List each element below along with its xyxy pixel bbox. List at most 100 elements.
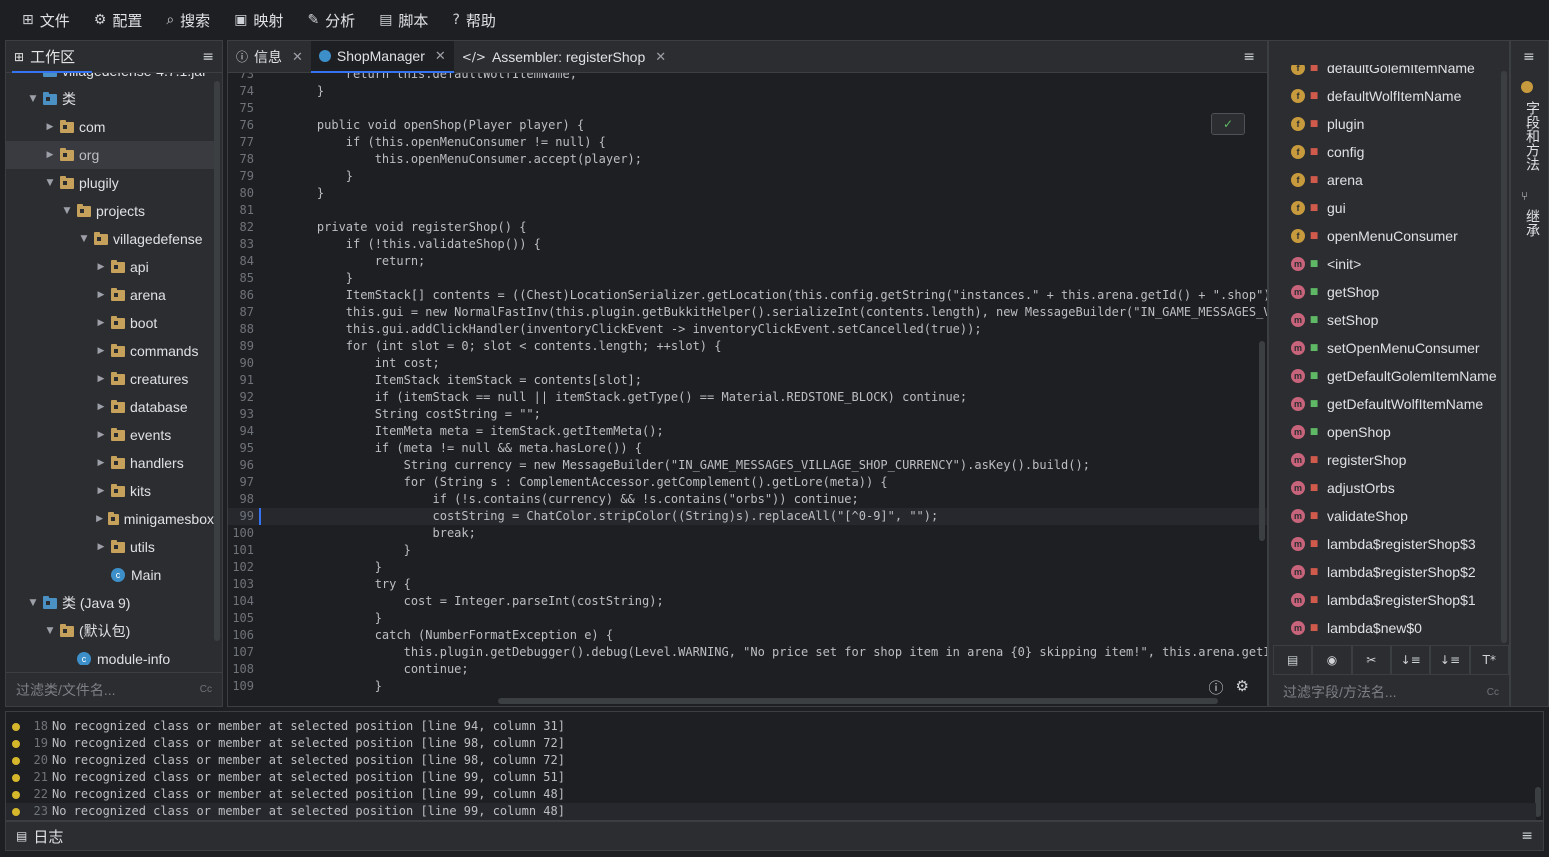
class-filter-input[interactable]: 过滤类/文件名... Cc (6, 672, 222, 706)
tree-item[interactable]: villagedefense-4.7.1.jar (6, 73, 214, 85)
tab-assembler[interactable]: </> Assembler: registerShop ✕ (454, 41, 674, 73)
close-icon[interactable]: ✕ (655, 49, 666, 65)
member-item[interactable]: f ■ config (1269, 138, 1505, 166)
menu-script[interactable]: ▤ 脚本 (367, 0, 440, 40)
tree-item[interactable]: ▶ minigamesbox (6, 505, 214, 533)
editor-vertical-scrollbar[interactable] (1259, 341, 1265, 541)
tree-item[interactable]: ▶ commands (6, 337, 214, 365)
tree-button[interactable]: ✂ (1351, 645, 1391, 675)
member-item[interactable]: f ■ arena (1269, 166, 1505, 194)
member-item[interactable]: f ■ defaultWolfItemName (1269, 82, 1505, 110)
chevron-down-icon[interactable]: ▼ (78, 234, 90, 244)
member-item[interactable]: f ■ defaultGolemItemName (1269, 65, 1505, 82)
member-item[interactable]: m ■ getDefaultWolfItemName (1269, 390, 1505, 418)
chevron-down-icon[interactable]: ▼ (44, 626, 56, 636)
chevron-right-icon[interactable]: ▶ (95, 290, 107, 300)
chevron-right-icon[interactable]: ▶ (44, 122, 56, 132)
tree-item[interactable]: ▶ arena (6, 281, 214, 309)
tree-item[interactable]: ▼ 类 (Java 9) (6, 589, 214, 617)
member-item[interactable]: m ■ setShop (1269, 306, 1505, 334)
log-row[interactable]: 22 No recognized class or member at selec… (6, 786, 1536, 803)
close-icon[interactable]: ✕ (292, 49, 303, 65)
tree-item[interactable]: ▼ villagedefense (6, 225, 214, 253)
editor-horizontal-scrollbar[interactable] (498, 698, 1218, 704)
member-item[interactable]: m ■ getDefaultGolemItemName (1269, 362, 1505, 390)
chevron-right-icon[interactable]: ▶ (95, 402, 107, 412)
info-icon[interactable]: ⓘ (1209, 677, 1224, 698)
member-item[interactable]: m ■ adjustOrbs (1269, 474, 1505, 502)
member-item[interactable]: m ■ openShop (1269, 418, 1505, 446)
sort-desc-button[interactable]: ↓≡ (1430, 645, 1470, 675)
tab-fields-methods[interactable]: 字段和方法 (1523, 101, 1543, 171)
member-item[interactable]: f ■ gui (1269, 194, 1505, 222)
tree-item[interactable]: ▶ database (6, 393, 214, 421)
member-item[interactable]: m ■ lambda$registerShop$3 (1269, 530, 1505, 558)
tree-item[interactable]: ▶ creatures (6, 365, 214, 393)
tree-item[interactable]: ▶ com (6, 113, 214, 141)
log-row[interactable]: 23 No recognized class or member at selec… (6, 803, 1536, 820)
tree-item[interactable]: ▶ org (6, 141, 214, 169)
chevron-down-icon[interactable]: ▼ (61, 206, 73, 216)
tree-item[interactable]: c Main (6, 561, 214, 589)
log-row[interactable]: 21 No recognized class or member at selec… (6, 769, 1536, 786)
tree-item[interactable]: ▼ projects (6, 197, 214, 225)
tree-item[interactable]: ▶ kits (6, 477, 214, 505)
copy-button[interactable]: ▤ (1273, 645, 1313, 675)
tab-inheritance[interactable]: 继承 (1523, 209, 1543, 237)
tree-item[interactable]: ▼ plugily (6, 169, 214, 197)
member-item[interactable]: m ■ registerShop (1269, 446, 1505, 474)
chevron-right-icon[interactable]: ▶ (95, 346, 107, 356)
member-item[interactable]: m ■ lambda$registerShop$1 (1269, 586, 1505, 614)
close-icon[interactable]: ✕ (435, 48, 446, 64)
tree-item[interactable]: ▼ (默认包) (6, 617, 214, 645)
member-item[interactable]: m ■ validateShop (1269, 502, 1505, 530)
chevron-down-icon[interactable]: ▼ (27, 94, 39, 104)
tree-item[interactable]: ▶ api (6, 253, 214, 281)
chevron-right-icon[interactable]: ▶ (95, 374, 107, 384)
chevron-right-icon[interactable]: ▶ (95, 262, 107, 272)
tree-item[interactable]: ▶ utils (6, 533, 214, 561)
chevron-down-icon[interactable]: ▼ (27, 598, 39, 608)
log-row[interactable]: 18 No recognized class or member at selec… (6, 718, 1536, 735)
workspace-menu-icon[interactable]: ≡ (202, 49, 214, 65)
class-filter-button[interactable]: ◉ (1312, 645, 1352, 675)
case-sensitive-toggle[interactable]: Cc (200, 684, 212, 695)
type-filter-button[interactable]: T* (1469, 645, 1509, 675)
member-item[interactable]: m ■ <init> (1269, 250, 1505, 278)
member-item[interactable]: m ■ lambda$registerShop$2 (1269, 558, 1505, 586)
menu-analyze[interactable]: ✎ 分析 (295, 0, 367, 40)
tabs-menu-icon[interactable]: ≡ (1243, 49, 1255, 65)
gear-icon[interactable]: ⚙ (1236, 677, 1249, 698)
member-case-toggle[interactable]: Cc (1487, 687, 1499, 698)
member-item[interactable]: m ■ lambda$new$0 (1269, 614, 1505, 642)
log-row[interactable]: 19 No recognized class or member at selec… (6, 735, 1536, 752)
log-tab[interactable]: ▤ 日志 (16, 826, 63, 847)
workspace-title[interactable]: ⊞ 工作区 (14, 46, 81, 67)
log-menu-icon[interactable]: ≡ (1521, 828, 1533, 844)
menu-search[interactable]: ⌕ 搜索 (154, 0, 222, 40)
chevron-right-icon[interactable]: ▶ (95, 514, 104, 524)
member-item[interactable]: f ■ openMenuConsumer (1269, 222, 1505, 250)
menu-mapping[interactable]: ▣ 映射 (222, 0, 295, 40)
tab-信息[interactable]: ⓘ 信息 ✕ (228, 41, 311, 73)
chevron-down-icon[interactable]: ▼ (44, 178, 56, 188)
tree-item[interactable]: ▶ handlers (6, 449, 214, 477)
member-item[interactable]: m ■ getShop (1269, 278, 1505, 306)
chevron-right-icon[interactable]: ▶ (95, 458, 107, 468)
tree-item[interactable]: ▶ events (6, 421, 214, 449)
member-item[interactable]: m ■ setOpenMenuConsumer (1269, 334, 1505, 362)
menu-gear[interactable]: ⚙ 配置 (82, 0, 155, 40)
log-row[interactable]: 20 No recognized class or member at selec… (6, 752, 1536, 769)
menu-file[interactable]: ⊞ 文件 (10, 0, 82, 40)
sort-button[interactable]: ↓≡ (1390, 645, 1431, 675)
structure-scrollbar[interactable] (1501, 71, 1507, 643)
chevron-right-icon[interactable]: ▶ (95, 486, 107, 496)
code-view[interactable]: ✓ 73 return this.defaultWolfItemName; 74 … (228, 73, 1267, 706)
chevron-right-icon[interactable]: ▶ (44, 150, 56, 160)
chevron-right-icon[interactable]: ▶ (95, 542, 107, 552)
chevron-right-icon[interactable]: ▶ (95, 318, 107, 328)
tree-item[interactable]: ▶ boot (6, 309, 214, 337)
tab-shopmanager[interactable]: ShopManager ✕ (310, 40, 454, 73)
strip-menu-icon[interactable]: ≡ (1523, 49, 1535, 65)
tree-item[interactable]: c module-info (6, 645, 214, 665)
